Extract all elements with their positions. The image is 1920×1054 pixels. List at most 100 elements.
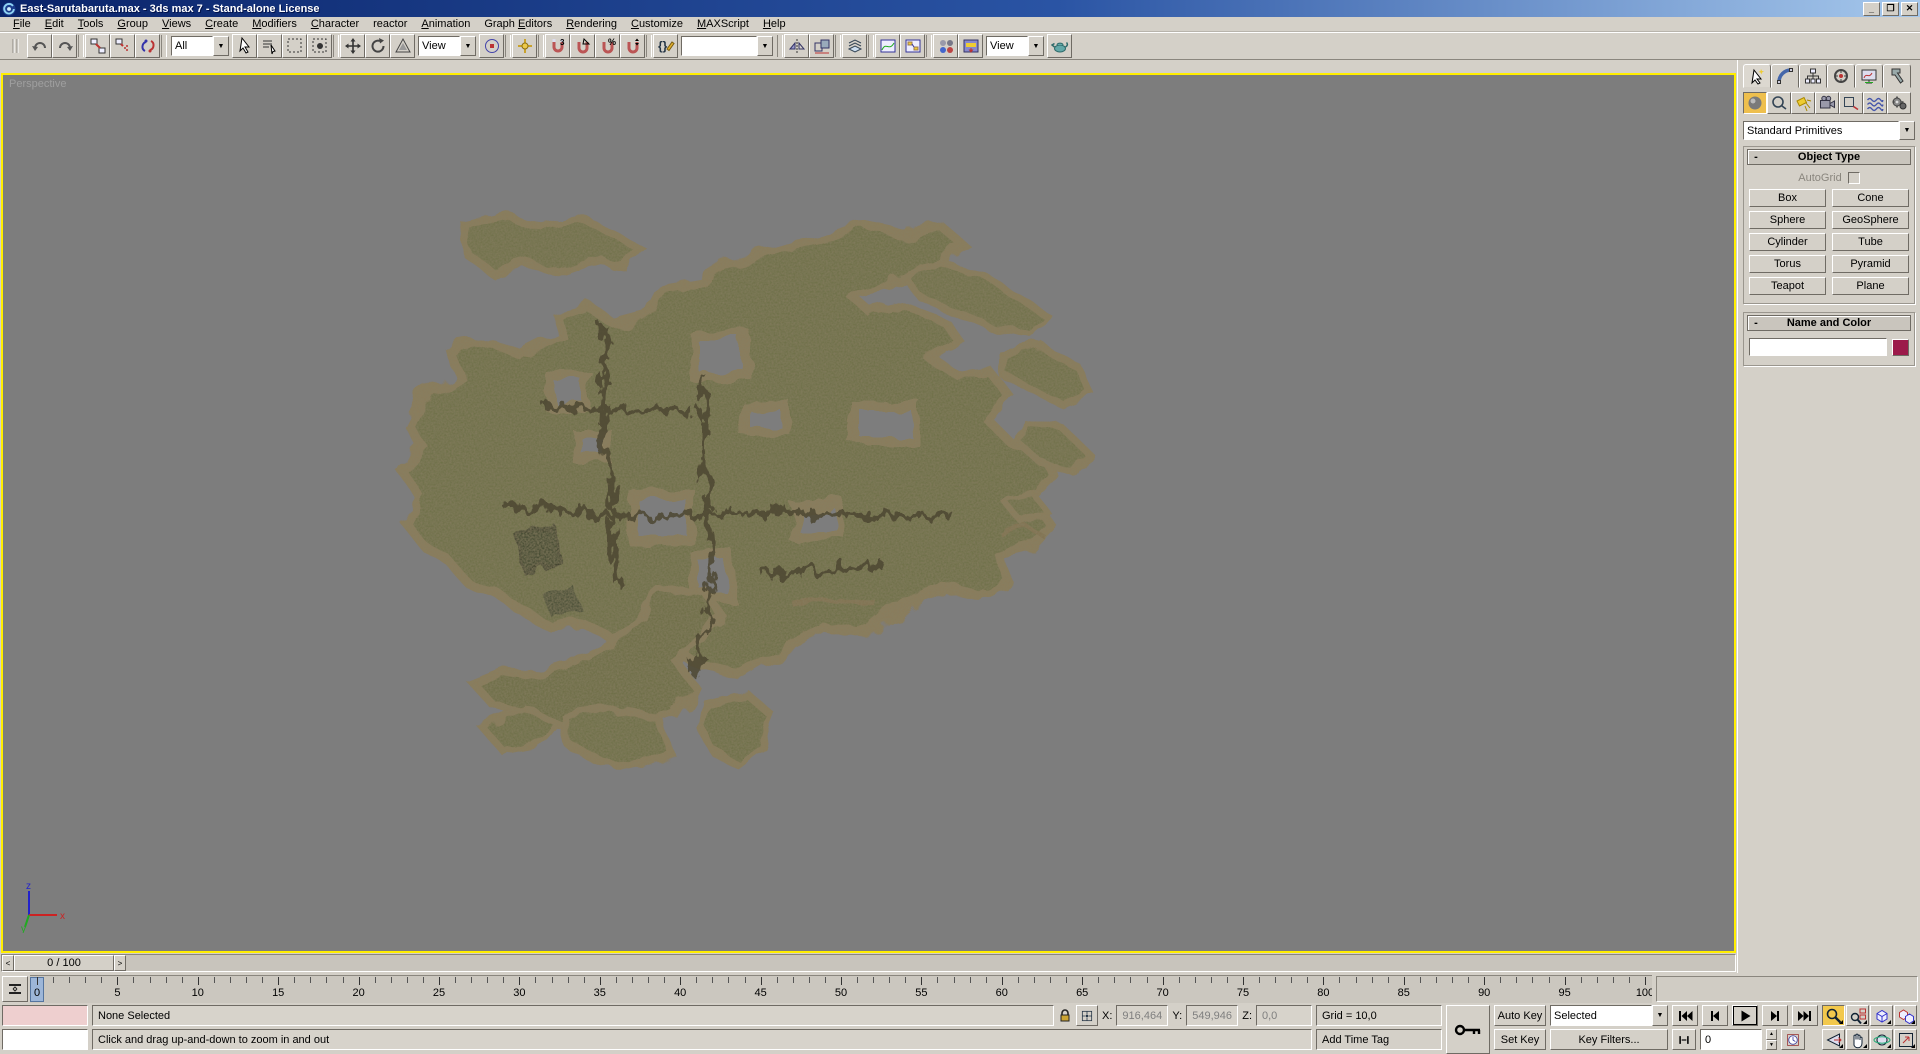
tab-create[interactable] bbox=[1743, 64, 1771, 88]
menu-customize[interactable]: Customize bbox=[624, 17, 690, 31]
category-space-warps-button[interactable] bbox=[1863, 92, 1887, 114]
key-mode-dropdown-value[interactable]: Selected bbox=[1550, 1005, 1652, 1026]
undo-button[interactable] bbox=[27, 34, 52, 58]
object-name-field[interactable] bbox=[1749, 338, 1887, 356]
auto-key-button[interactable]: Auto Key bbox=[1494, 1005, 1546, 1026]
category-helpers-button[interactable] bbox=[1839, 92, 1863, 114]
next-frame-button[interactable] bbox=[1762, 1005, 1788, 1026]
menu-tools[interactable]: Tools bbox=[71, 17, 111, 31]
collapse-icon[interactable]: - bbox=[1748, 151, 1764, 163]
tube-button[interactable]: Tube bbox=[1832, 233, 1909, 251]
reference-coordinate-dropdown-value[interactable]: View bbox=[418, 36, 460, 56]
arc-rotate-button[interactable] bbox=[1870, 1029, 1893, 1050]
align-button[interactable] bbox=[809, 34, 834, 58]
mirror-button[interactable] bbox=[784, 34, 809, 58]
menu-help[interactable]: Help bbox=[756, 17, 793, 31]
perspective-viewport[interactable]: Perspective bbox=[1, 73, 1736, 953]
teapot-button[interactable]: Teapot bbox=[1749, 277, 1826, 295]
menu-rendering[interactable]: Rendering bbox=[559, 17, 624, 31]
chevron-down-icon[interactable]: ▼ bbox=[1652, 1005, 1668, 1026]
selection-lock-icon[interactable] bbox=[1058, 1005, 1072, 1026]
menu-edit[interactable]: Edit bbox=[38, 17, 71, 31]
menu-character[interactable]: Character bbox=[304, 17, 366, 31]
select-and-scale-button[interactable] bbox=[390, 34, 415, 58]
menu-reactor[interactable]: reactor bbox=[366, 17, 414, 31]
redo-button[interactable] bbox=[52, 34, 77, 58]
select-and-link-button[interactable] bbox=[85, 34, 110, 58]
category-geometry-button[interactable] bbox=[1743, 92, 1767, 114]
menu-modifiers[interactable]: Modifiers bbox=[245, 17, 304, 31]
z-coord-field[interactable]: 0,0 bbox=[1256, 1005, 1312, 1026]
menu-group[interactable]: Group bbox=[110, 17, 155, 31]
select-and-rotate-button[interactable] bbox=[365, 34, 390, 58]
quick-render-button[interactable] bbox=[1047, 34, 1072, 58]
chevron-down-icon[interactable]: ▼ bbox=[213, 36, 229, 56]
render-scene-button[interactable] bbox=[958, 34, 983, 58]
collapse-icon[interactable]: - bbox=[1748, 317, 1764, 329]
go-to-end-button[interactable] bbox=[1792, 1005, 1818, 1026]
torus-button[interactable]: Torus bbox=[1749, 255, 1826, 273]
render-type-dropdown[interactable]: View▼ bbox=[986, 36, 1044, 56]
window-crossing-toggle[interactable] bbox=[307, 34, 332, 58]
zoom-extents-all-button[interactable] bbox=[1894, 1005, 1917, 1026]
time-slider-track[interactable]: < 0 / 100 > bbox=[1, 954, 1736, 972]
go-to-start-button[interactable] bbox=[1672, 1005, 1698, 1026]
maximize-button[interactable]: ❐ bbox=[1882, 2, 1899, 16]
menu-animation[interactable]: Animation bbox=[414, 17, 477, 31]
frame-spinner[interactable]: ▲ ▼ bbox=[1766, 1029, 1777, 1050]
selection-filter-dropdown[interactable]: All▼ bbox=[171, 36, 229, 56]
reference-coordinate-dropdown[interactable]: View▼ bbox=[418, 36, 476, 56]
tab-motion[interactable] bbox=[1827, 64, 1855, 88]
layer-manager-button[interactable] bbox=[842, 34, 867, 58]
sphere-button[interactable]: Sphere bbox=[1749, 211, 1826, 229]
spinner-up-icon[interactable]: ▲ bbox=[1766, 1029, 1777, 1040]
tab-modify[interactable] bbox=[1771, 64, 1799, 88]
rectangular-selection-region-button[interactable] bbox=[282, 34, 307, 58]
current-frame-field[interactable]: 0 bbox=[1700, 1029, 1762, 1050]
maxscript-mini-listener-macro[interactable] bbox=[2, 1005, 88, 1026]
previous-frame-button[interactable] bbox=[1702, 1005, 1728, 1026]
render-type-dropdown-value[interactable]: View bbox=[986, 36, 1028, 56]
use-pivot-point-center-button[interactable] bbox=[479, 34, 504, 58]
autogrid-checkbox[interactable] bbox=[1848, 172, 1860, 184]
y-coord-field[interactable]: 549,946 bbox=[1186, 1005, 1238, 1026]
geosphere-button[interactable]: GeoSphere bbox=[1832, 211, 1909, 229]
category-shapes-button[interactable] bbox=[1767, 92, 1791, 114]
menu-file[interactable]: File bbox=[6, 17, 38, 31]
tab-utilities[interactable] bbox=[1883, 64, 1911, 88]
x-coord-field[interactable]: 916,464 bbox=[1116, 1005, 1168, 1026]
percent-snap-toggle-button[interactable]: % bbox=[595, 34, 620, 58]
min-max-toggle-button[interactable] bbox=[1894, 1029, 1917, 1050]
name-and-color-rollout-header[interactable]: - Name and Color bbox=[1747, 315, 1911, 331]
snap-toggle-3d-button[interactable]: 3 bbox=[545, 34, 570, 58]
cylinder-button[interactable]: Cylinder bbox=[1749, 233, 1826, 251]
chevron-down-icon[interactable]: ▼ bbox=[1028, 36, 1044, 56]
named-selection-sets-dropdown-value[interactable] bbox=[681, 36, 757, 56]
time-slider-next-arrow[interactable]: > bbox=[114, 955, 126, 971]
primitives-dropdown[interactable]: Standard Primitives ▼ bbox=[1743, 121, 1915, 140]
object-color-swatch[interactable] bbox=[1892, 339, 1909, 356]
chevron-down-icon[interactable]: ▼ bbox=[1899, 121, 1915, 140]
schematic-view-button[interactable] bbox=[900, 34, 925, 58]
tab-display[interactable] bbox=[1855, 64, 1883, 88]
spinner-down-icon[interactable]: ▼ bbox=[1766, 1040, 1777, 1051]
tab-hierarchy[interactable] bbox=[1799, 64, 1827, 88]
minimize-button[interactable]: _ bbox=[1863, 2, 1880, 16]
time-slider-prev-arrow[interactable]: < bbox=[2, 955, 14, 971]
menu-create[interactable]: Create bbox=[198, 17, 245, 31]
time-configuration-button[interactable] bbox=[1781, 1029, 1805, 1050]
field-of-view-button[interactable] bbox=[1822, 1029, 1845, 1050]
timeline-ruler[interactable]: 0510152025303540455055606570758085909510… bbox=[30, 975, 1652, 1003]
pyramid-button[interactable]: Pyramid bbox=[1832, 255, 1909, 273]
menu-maxscript[interactable]: MAXScript bbox=[690, 17, 756, 31]
spinner-snap-toggle-button[interactable] bbox=[620, 34, 645, 58]
play-button[interactable] bbox=[1732, 1005, 1758, 1026]
selection-filter-dropdown-value[interactable]: All bbox=[171, 36, 213, 56]
select-and-manipulate-button[interactable] bbox=[512, 34, 537, 58]
category-systems-button[interactable] bbox=[1887, 92, 1911, 114]
key-mode-toggle-button[interactable] bbox=[1672, 1029, 1696, 1050]
pan-button[interactable] bbox=[1846, 1029, 1869, 1050]
select-and-move-button[interactable] bbox=[340, 34, 365, 58]
bind-to-space-warp-button[interactable] bbox=[135, 34, 160, 58]
named-selection-sets-dropdown[interactable]: ▼ bbox=[681, 36, 773, 56]
